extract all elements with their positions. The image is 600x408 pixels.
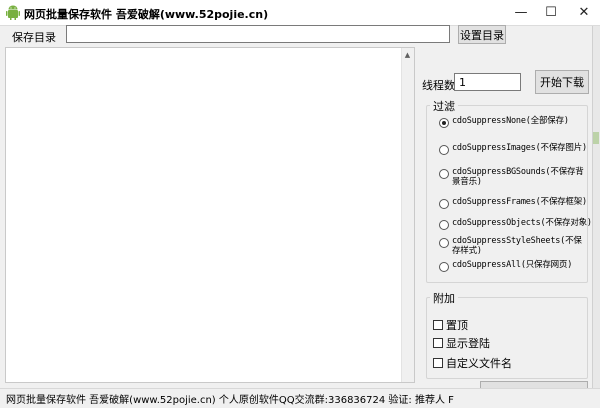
radio-indicator[interactable] [439,220,449,230]
checkbox-show-login[interactable]: 显示登陆 [433,335,490,351]
window-title: 网页批量保存软件 吾爱破解(www.52pojie.cn) [24,8,269,21]
set-dir-button[interactable]: 设置目录 [458,25,506,44]
radio-indicator[interactable] [439,118,449,128]
checkbox-box[interactable] [433,320,443,330]
minimize-button[interactable]: — [506,0,536,24]
checkbox-label: 置顶 [446,319,468,332]
adjacent-window-edge [592,26,600,388]
radio-suppress-frames[interactable]: cdoSuppressFrames(不保存框架) [439,197,587,209]
close-icon: ✕ [578,4,590,20]
radio-suppress-objects[interactable]: cdoSuppressObjects(不保存对象) [439,218,592,230]
radio-indicator[interactable] [439,262,449,272]
extra-group-title: 附加 [430,290,458,306]
triangle-up-icon[interactable]: ▲ [401,48,414,61]
radio-label: cdoSuppressImages(不保存图片) [452,143,587,153]
radio-indicator[interactable] [439,199,449,209]
save-dir-input[interactable] [66,25,450,43]
checkbox-label: 自定义文件名 [446,357,512,370]
threads-input[interactable] [454,73,521,91]
maximize-icon: ☐ [545,4,557,20]
filter-group [426,105,588,283]
radio-suppress-images[interactable]: cdoSuppressImages(不保存图片) [439,143,587,155]
radio-label: cdoSuppressFrames(不保存框架) [452,197,587,207]
radio-suppress-stylesheets[interactable]: cdoSuppressStyleSheets(不保存样式) [439,236,585,256]
checkbox-label: 显示登陆 [446,337,490,350]
checkbox-box[interactable] [433,338,443,348]
radio-label: cdoSuppressObjects(不保存对象) [452,218,592,228]
title-bar: 网页批量保存软件 吾爱破解(www.52pojie.cn) — ☐ ✕ [0,0,600,26]
radio-label: cdoSuppressStyleSheets(不保存样式) [452,236,582,256]
radio-label: cdoSuppressAll(只保存网页) [452,260,573,270]
adjacent-window-mark [593,132,599,144]
close-button[interactable]: ✕ [568,0,600,24]
minimize-icon: — [514,4,528,20]
maximize-button[interactable]: ☐ [536,0,566,24]
radio-suppress-none[interactable]: cdoSuppressNone(全部保存) [439,116,569,128]
radio-suppress-all[interactable]: cdoSuppressAll(只保存网页) [439,260,572,272]
start-download-button[interactable]: 开始下载 [535,70,589,94]
radio-suppress-bgsounds[interactable]: cdoSuppressBGSounds(不保存背景音乐) [439,167,585,187]
checkbox-box[interactable] [433,358,443,368]
radio-indicator[interactable] [439,238,449,248]
radio-indicator[interactable] [439,169,449,179]
checkbox-always-on-top[interactable]: 置顶 [433,317,468,333]
checkbox-custom-filename[interactable]: 自定义文件名 [433,355,512,371]
radio-label: cdoSuppressBGSounds(不保存背景音乐) [452,167,584,187]
filter-group-title: 过滤 [430,98,458,114]
status-bar: 网页批量保存软件 吾爱破解(www.52pojie.cn) 个人原创软件QQ交流… [0,388,600,408]
status-text: 网页批量保存软件 吾爱破解(www.52pojie.cn) 个人原创软件QQ交流… [6,395,454,406]
save-dir-label: 保存目录 [12,31,56,44]
url-list-area[interactable]: ▲ [5,47,415,383]
radio-indicator[interactable] [439,145,449,155]
vertical-scrollbar[interactable]: ▲ [401,48,414,382]
android-icon [6,5,20,20]
radio-label: cdoSuppressNone(全部保存) [452,116,569,126]
threads-label: 线程数 [422,79,455,92]
